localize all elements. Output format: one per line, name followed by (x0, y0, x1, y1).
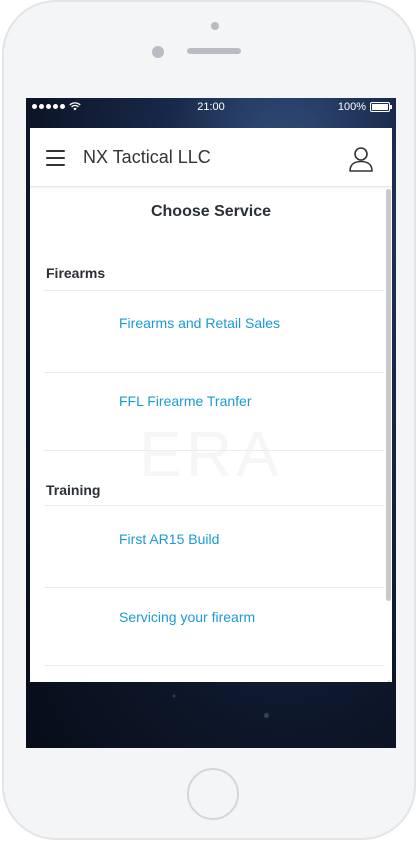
divider (44, 665, 384, 666)
resize-handle-icon[interactable] (380, 671, 390, 681)
divider (44, 372, 384, 373)
section-title-training: Training (46, 482, 101, 498)
scrollbar[interactable] (386, 189, 391, 601)
app-title: NX Tactical LLC (83, 147, 211, 167)
front-camera (152, 46, 164, 58)
home-button[interactable] (187, 768, 239, 820)
hamburger-menu-icon[interactable] (46, 150, 65, 166)
service-first-ar15-build[interactable]: First AR15 Build (119, 531, 219, 547)
app-window: NX Tactical LLC ERA Choose Service Firea… (30, 128, 392, 682)
front-sensor (211, 22, 219, 30)
service-firearms-retail-sales[interactable]: Firearms and Retail Sales (119, 315, 280, 331)
background-watermark: ERA (30, 417, 392, 491)
device-screen: 21:00 100% NX Tactical LLC ERA Choose Se… (26, 98, 396, 748)
section-title-firearms: Firearms (46, 265, 106, 281)
earpiece-speaker (187, 48, 241, 54)
divider (44, 505, 384, 506)
status-bar: 21:00 100% (26, 98, 396, 118)
service-servicing-firearm[interactable]: Servicing your firearm (119, 609, 255, 625)
divider (44, 587, 384, 588)
app-header: NX Tactical LLC (30, 128, 392, 187)
user-profile-icon[interactable] (348, 146, 374, 172)
divider (44, 290, 384, 291)
page-title: Choose Service (150, 203, 272, 220)
divider (44, 450, 384, 451)
service-list: ERA Choose Service Firearms Firearms and… (30, 187, 392, 682)
battery-icon (370, 102, 392, 112)
battery-percent: 100% (337, 101, 366, 113)
service-ffl-transfer[interactable]: FFL Firearme Tranfer (119, 393, 252, 409)
